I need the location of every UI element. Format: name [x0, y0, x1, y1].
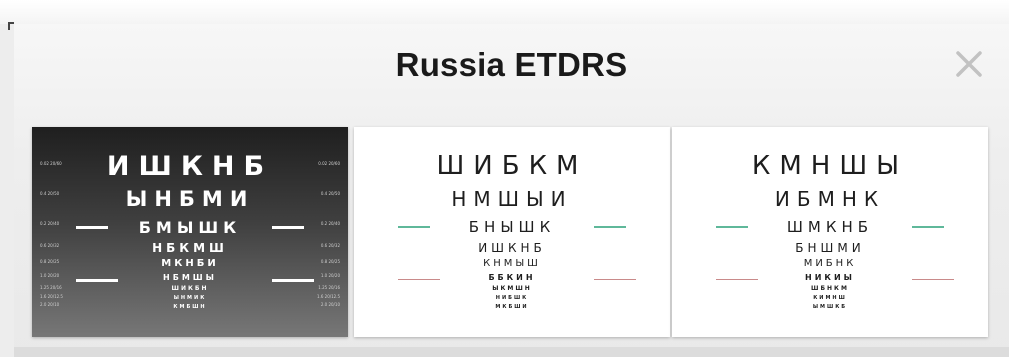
- chart-row: НБКМШ: [152, 241, 228, 255]
- chart-row: ЫНБМИ: [125, 187, 255, 211]
- red-reference-line-left: [716, 279, 758, 280]
- chart-row: НИБШК: [495, 295, 529, 301]
- green-reference-line-left: [76, 226, 108, 229]
- chart-row: ИБМНК: [774, 187, 886, 211]
- dialog-title: Russia ETDRS: [395, 46, 628, 83]
- acuity-label-left: 0.6 20/32: [40, 243, 60, 248]
- chart-row: НМШЫИ: [451, 187, 573, 211]
- chart-row: ШИБКМ: [436, 151, 588, 181]
- dialog-footer: [14, 347, 1009, 357]
- red-reference-line-left: [76, 279, 118, 282]
- acuity-label-right: 0.02 20/60: [318, 161, 340, 166]
- chart-thumbnail-white-1[interactable]: ШИБКМ НМШЫИ БНЫШК ИШКНБ КНМЫШ ББКИН ЫКМШН НИБШК…: [354, 127, 670, 337]
- acuity-label-right: 0.2 20/40: [320, 221, 340, 226]
- chart-row: ИШКНБ: [106, 151, 274, 182]
- chart-row: ЫКМШН: [492, 285, 532, 292]
- chart-picker-dialog: Russia ETDRS ИШКНБ 0.02 20/60 0.02 20/60 ЫН…: [14, 24, 1009, 357]
- chart-row: МИБНК: [803, 258, 857, 269]
- chart-row: ШИКБН: [171, 285, 209, 292]
- acuity-label-left: 2.0 20/10: [40, 302, 60, 307]
- chart-row: ЫНМИК: [173, 295, 207, 301]
- green-reference-line-right: [272, 226, 304, 229]
- chart-row: КИМНШ: [813, 295, 847, 301]
- chart-row: НИКИЫ: [805, 273, 855, 282]
- acuity-label-left: 0.02 20/60: [40, 161, 62, 166]
- acuity-label-right: 2.0 20/10: [320, 302, 340, 307]
- acuity-label-left: 0.2 20/40: [40, 221, 60, 226]
- top-strip: [0, 0, 1009, 24]
- green-reference-line-left: [398, 226, 430, 228]
- chart-row: КМНШЫ: [751, 151, 909, 181]
- chart-row: КМБШН: [173, 304, 207, 310]
- acuity-label-left: 1.25 20/16: [40, 285, 62, 290]
- chart-row: КНМЫШ: [483, 258, 541, 269]
- chart-thumbnail-list: ИШКНБ 0.02 20/60 0.02 20/60 ЫНБМИ 0.4 20/50 0…: [32, 127, 992, 337]
- eye-chart: ШИБКМ НМШЫИ БНЫШК ИШКНБ КНМЫШ ББКИН ЫКМШН НИБШК…: [354, 127, 670, 337]
- chart-row: ИШКНБ: [478, 241, 546, 255]
- close-button[interactable]: [951, 46, 987, 82]
- red-reference-line-right: [272, 279, 314, 282]
- acuity-label-left: 1.6 20/12.5: [40, 294, 63, 299]
- acuity-label-left: 1.0 20/20: [40, 273, 60, 278]
- acuity-label-right: 1.0 20/20: [320, 273, 340, 278]
- acuity-label-right: 1.25 20/16: [318, 285, 340, 290]
- chart-row: ББКИН: [488, 273, 536, 282]
- red-reference-line-right: [912, 279, 954, 280]
- chart-row: МКБШИ: [495, 304, 529, 310]
- chart-thumbnail-dark[interactable]: ИШКНБ 0.02 20/60 0.02 20/60 ЫНБМИ 0.4 20/50 0…: [32, 127, 348, 337]
- green-reference-line-right: [594, 226, 626, 228]
- acuity-label-left: 0.8 20/25: [40, 259, 60, 264]
- chart-row: БНШМИ: [795, 241, 865, 255]
- chart-thumbnail-white-2[interactable]: КМНШЫ ИБМНК ШМКНБ БНШМИ МИБНК НИКИЫ ШБНКМ КИМНШ…: [672, 127, 988, 337]
- chart-row: ШБНКМ: [811, 285, 849, 292]
- green-reference-line-left: [716, 226, 748, 228]
- acuity-label-right: 0.6 20/32: [320, 243, 340, 248]
- acuity-label-right: 1.6 20/12.5: [317, 294, 340, 299]
- acuity-label-right: 0.8 20/25: [320, 259, 340, 264]
- acuity-label-right: 0.4 20/50: [320, 191, 340, 196]
- eye-chart: ИШКНБ 0.02 20/60 0.02 20/60 ЫНБМИ 0.4 20/50 0…: [32, 127, 348, 337]
- chart-row: МКНБИ: [161, 258, 219, 269]
- red-reference-line-left: [398, 279, 440, 280]
- chart-row: ЫМШКБ: [812, 304, 848, 310]
- green-reference-line-right: [912, 226, 944, 228]
- eye-chart: КМНШЫ ИБМНК ШМКНБ БНШМИ МИБНК НИКИЫ ШБНКМ КИМНШ…: [672, 127, 988, 337]
- red-reference-line-right: [594, 279, 636, 280]
- acuity-label-left: 0.4 20/50: [40, 191, 60, 196]
- close-x-icon: [956, 51, 982, 77]
